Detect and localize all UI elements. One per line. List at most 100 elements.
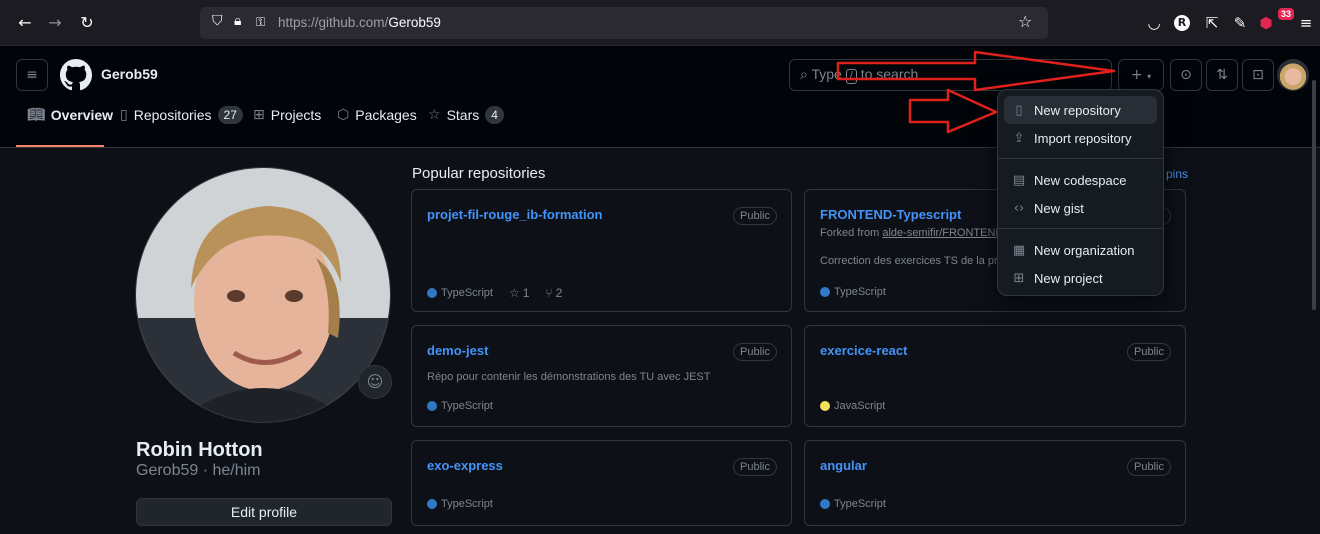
repo-card: exo-express Public TypeScript xyxy=(411,440,792,526)
stars-link[interactable]: ☆ 1 xyxy=(509,286,529,300)
github-logo-icon[interactable] xyxy=(60,59,92,91)
popular-repositories-title: Popular repositories xyxy=(412,165,546,182)
repo-language: TypeScript xyxy=(834,498,886,510)
tab-repositories[interactable]: ▯ Repositories 27 xyxy=(120,104,243,126)
tab-label: Repositories xyxy=(133,107,212,123)
repo-name-link[interactable]: exercice-react xyxy=(820,343,907,358)
book-icon: 📖︎ xyxy=(27,107,45,123)
table-icon: ⊞ xyxy=(253,107,265,123)
menu-divider xyxy=(998,158,1163,159)
tab-projects[interactable]: ⊞ Projects xyxy=(253,104,321,126)
annotation-arrows xyxy=(836,50,1116,134)
repo-name-link[interactable]: exo-express xyxy=(427,458,503,473)
menu-item-new-gist[interactable]: ‹› New gist xyxy=(1004,194,1157,222)
back-arrow-icon[interactable]: ← xyxy=(14,12,36,34)
forks-count: 2 xyxy=(555,286,563,300)
search-icon: ⌕ xyxy=(800,67,808,83)
plus-icon: + xyxy=(1130,67,1143,83)
pocket-icon[interactable]: ◡ xyxy=(1144,13,1164,33)
lock-icon[interactable]: 🔒︎ xyxy=(234,13,241,29)
tab-label: Packages xyxy=(355,107,417,123)
repo-name-link[interactable]: angular xyxy=(820,458,867,473)
menu-item-label: New gist xyxy=(1034,200,1084,216)
visibility-badge: Public xyxy=(1127,458,1171,476)
menu-button[interactable]: ≡ xyxy=(16,59,48,91)
repo-language: TypeScript xyxy=(441,400,493,412)
set-status-button[interactable]: ☺ xyxy=(358,365,392,399)
star-icon: ☆ xyxy=(508,286,520,300)
forks-link[interactable]: ⑂ 2 xyxy=(545,286,562,300)
repo-language: TypeScript xyxy=(834,286,886,298)
smiley-icon: ☺ xyxy=(366,372,384,391)
extension-badge: 33 xyxy=(1278,8,1295,20)
header-avatar[interactable] xyxy=(1277,59,1309,91)
triangle-down-icon: ▾ xyxy=(1147,72,1152,81)
annotation-arrow-to-plus xyxy=(836,50,1116,92)
git-pull-request-icon: ⇅ xyxy=(1216,67,1228,83)
code-icon: ‹› xyxy=(1013,200,1025,216)
repo-name-link[interactable]: projet-fil-rouge_ib-formation xyxy=(427,207,603,222)
tab-label: Projects xyxy=(270,107,322,123)
menu-item-new-codespace[interactable]: ▤ New codespace xyxy=(1004,166,1157,194)
inbox-button[interactable]: ⊡ xyxy=(1242,59,1274,91)
menu-item-new-organization[interactable]: ▦ New organization xyxy=(1004,236,1157,264)
extension-r-icon[interactable]: R xyxy=(1174,15,1190,31)
annotation-arrow-to-new-repository xyxy=(908,88,998,134)
profile-login-pronouns: Gerob59 · he/him xyxy=(136,462,261,479)
forward-arrow-icon[interactable]: → xyxy=(44,12,66,34)
repositories-count: 27 xyxy=(217,106,243,124)
pull-requests-button[interactable]: ⇅ xyxy=(1206,59,1238,91)
address-bar[interactable]: ⛉ 🔒︎ ⚿ https://github.com/Gerob59 ☆ xyxy=(200,7,1048,39)
language-color-dot xyxy=(427,288,437,298)
url-path: Gerob59 xyxy=(388,15,441,30)
header-username[interactable]: Gerob59 xyxy=(101,66,158,82)
url-text[interactable]: https://github.com/Gerob59 xyxy=(278,15,441,30)
tab-stars[interactable]: ☆ Stars 4 xyxy=(428,104,504,126)
menu-item-new-project[interactable]: ⊞ New project xyxy=(1004,264,1157,292)
visibility-badge: Public xyxy=(733,458,777,476)
issues-button[interactable]: ⊙ xyxy=(1170,59,1202,91)
language-color-dot xyxy=(820,287,830,297)
repo-name-link[interactable]: FRONTEND-Typescript xyxy=(820,207,961,222)
customize-pins-link[interactable]: pins xyxy=(1166,167,1188,181)
language-color-dot xyxy=(427,401,437,411)
repo-card: exercice-react Public JavaScript xyxy=(804,325,1186,427)
repo-forked-icon: ⑂ xyxy=(545,286,553,300)
repo-card: angular Public TypeScript xyxy=(804,440,1186,526)
shield-icon[interactable]: ⛉ xyxy=(212,13,223,29)
bookmark-star-icon[interactable]: ☆ xyxy=(1018,12,1032,31)
profile-full-name: Robin Hotton xyxy=(136,439,263,461)
repo-card: demo-jest Public Répo pour contenir les … xyxy=(411,325,792,427)
active-tab-underline xyxy=(16,145,104,147)
hamburger-menu-icon[interactable]: ≡ xyxy=(1296,13,1316,33)
url-host: https://github.com/ xyxy=(278,15,389,30)
organization-icon: ▦ xyxy=(1012,242,1026,258)
visibility-badge: Public xyxy=(733,343,777,361)
permissions-icon[interactable]: ⚿ xyxy=(256,15,265,30)
three-bars-icon: ≡ xyxy=(26,67,38,83)
create-new-button[interactable]: + ▾ xyxy=(1118,59,1164,91)
menu-item-label: New organization xyxy=(1034,242,1135,258)
menu-divider xyxy=(998,228,1163,229)
codespaces-icon: ▤ xyxy=(1012,172,1026,188)
repo-name-link[interactable]: demo-jest xyxy=(427,343,488,358)
ublock-icon[interactable]: ⬢ xyxy=(1256,13,1276,33)
issue-opened-icon: ⊙ xyxy=(1180,67,1192,83)
tab-overview[interactable]: 📖︎ Overview xyxy=(27,104,113,126)
repo-card: projet-fil-rouge_ib-formation Public Typ… xyxy=(411,189,792,312)
stars-count: 4 xyxy=(485,106,504,124)
project-icon: ⊞ xyxy=(1013,270,1025,286)
eraser-extension-icon[interactable]: ✎ xyxy=(1230,13,1250,33)
reload-icon[interactable]: ↻ xyxy=(76,12,98,34)
forked-from-link[interactable]: alde-semifir/FRONTEND-T xyxy=(882,227,1013,239)
page-scrollbar[interactable] xyxy=(1312,80,1316,310)
share-icon[interactable]: ⇱ xyxy=(1202,13,1222,33)
edit-profile-button[interactable]: Edit profile xyxy=(136,498,392,526)
repo-meta: TypeScript ☆ 1 ⑂ 2 xyxy=(427,286,562,300)
repo-icon: ▯ xyxy=(120,107,128,123)
tab-packages[interactable]: ⬡ Packages xyxy=(337,104,417,126)
inbox-icon: ⊡ xyxy=(1252,67,1264,83)
forked-prefix: Forked from xyxy=(820,227,883,239)
profile-avatar[interactable] xyxy=(135,167,391,423)
star-icon: ☆ xyxy=(428,107,441,123)
